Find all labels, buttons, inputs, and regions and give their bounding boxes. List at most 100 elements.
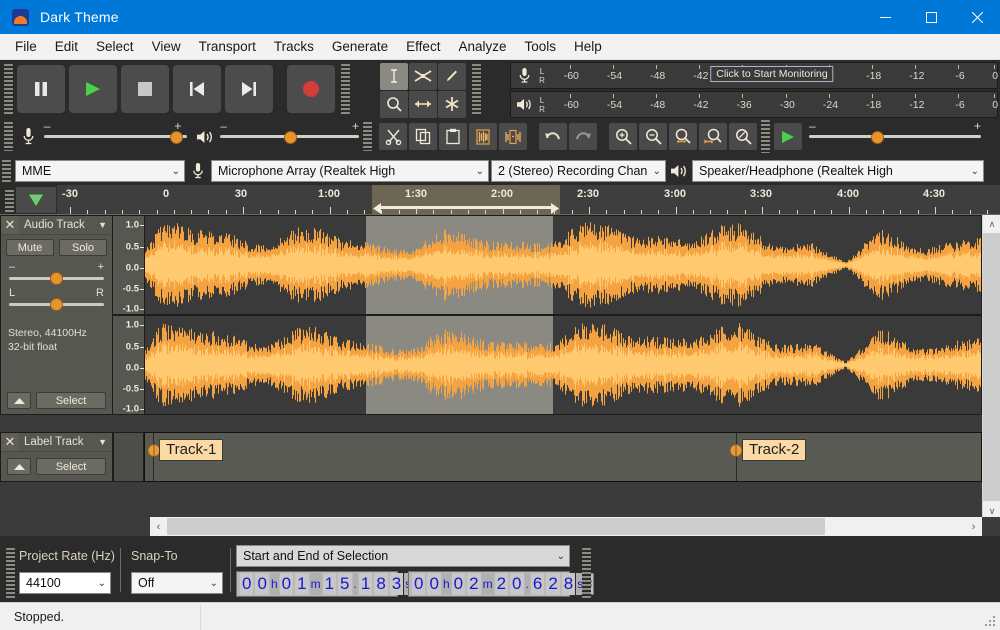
scroll-left-arrow-icon[interactable]: ‹ — [150, 517, 167, 536]
fit-selection-button[interactable] — [669, 123, 697, 150]
collapse-up-icon[interactable] — [7, 392, 31, 409]
label-track-body[interactable]: Track-1 Track-2 — [144, 432, 982, 482]
play-speed-thumb[interactable] — [870, 130, 884, 144]
menu-file[interactable]: File — [6, 36, 46, 57]
edit-toolbar-grip[interactable] — [362, 122, 372, 151]
playback-device-select[interactable]: Speaker/Headphone (Realtek High ⌄ — [692, 160, 984, 182]
recording-meter-grip[interactable] — [472, 64, 481, 116]
redo-button[interactable] — [569, 123, 597, 150]
play-button[interactable] — [69, 65, 117, 113]
transport-toolbar-grip[interactable] — [4, 64, 13, 116]
menu-generate[interactable]: Generate — [323, 36, 397, 57]
label-chip-1[interactable]: Track-1 — [159, 439, 224, 461]
stop-button[interactable] — [121, 65, 169, 113]
input-volume-thumb[interactable] — [170, 130, 184, 144]
audio-host-select[interactable]: MME ⌄ — [15, 160, 185, 182]
waveform-channel-left[interactable] — [144, 215, 982, 315]
snap-to-select[interactable]: Off ⌄ — [131, 572, 223, 594]
label-chip-2[interactable]: Track-2 — [742, 439, 807, 461]
mixer-toolbar-grip[interactable] — [4, 122, 13, 151]
recording-channels-select[interactable]: 2 (Stereo) Recording Chan ⌄ — [491, 160, 666, 182]
menu-effect[interactable]: Effect — [397, 36, 449, 57]
output-volume-slider[interactable]: – + — [220, 119, 359, 148]
selection-toolbar-grip[interactable] — [6, 548, 15, 598]
selection-mode-select[interactable]: Start and End of Selection ⌄ — [236, 545, 570, 567]
tools-toolbar-grip[interactable] — [341, 64, 350, 116]
audio-track-title[interactable]: Audio Track — [24, 219, 85, 231]
zoom-in-button[interactable] — [609, 123, 637, 150]
minimize-button[interactable] — [862, 0, 908, 34]
menu-view[interactable]: View — [143, 36, 190, 57]
pan-slider[interactable]: L R — [9, 287, 104, 311]
close-x-icon[interactable]: ✕ — [1, 216, 19, 234]
skip-to-end-button[interactable] — [225, 65, 273, 113]
menu-transport[interactable]: Transport — [190, 36, 265, 57]
mute-button[interactable]: Mute — [6, 239, 54, 256]
playback-meter[interactable]: LR -60 -54 -48 -42 -36 -30 -24 -18 -12 -… — [510, 91, 998, 118]
zoom-toggle-button[interactable] — [729, 123, 757, 150]
pause-button[interactable] — [17, 65, 65, 113]
timeline-grip[interactable] — [5, 190, 14, 214]
selection-tool[interactable] — [380, 62, 408, 90]
gain-thumb[interactable] — [49, 272, 63, 285]
record-button[interactable] — [287, 65, 335, 113]
copy-button[interactable] — [409, 123, 437, 150]
scroll-up-arrow-icon[interactable]: ∧ — [983, 215, 1000, 233]
timeline-ruler[interactable]: -30 0 30 1:00 1:30 2:00 2:30 3:00 3:30 4… — [0, 185, 1000, 215]
maximize-button[interactable] — [908, 0, 954, 34]
selection-start-time-field[interactable]: 0 0 h 0 1 m 1 5 . 1 8 3 s ▲▼ — [236, 571, 423, 597]
gain-slider[interactable]: – + — [9, 261, 104, 285]
zoom-out-button[interactable] — [639, 123, 667, 150]
recording-device-select[interactable]: Microphone Array (Realtek High ⌄ — [211, 160, 489, 182]
undo-button[interactable] — [539, 123, 567, 150]
solo-button[interactable]: Solo — [59, 239, 107, 256]
play-at-speed-button[interactable] — [774, 123, 802, 150]
menu-help[interactable]: Help — [565, 36, 611, 57]
draw-tool[interactable] — [438, 62, 466, 90]
pinned-play-head-button[interactable] — [16, 187, 56, 213]
chevron-down-icon[interactable]: ▼ — [98, 220, 107, 230]
time-shift-tool[interactable] — [409, 90, 437, 118]
vertical-scrollbar[interactable]: ∧ ∨ — [982, 215, 1000, 520]
silence-audio-button[interactable] — [499, 123, 527, 150]
menu-tools[interactable]: Tools — [515, 36, 565, 57]
collapse-up-icon[interactable] — [7, 458, 31, 475]
fit-project-button[interactable] — [699, 123, 727, 150]
paste-button[interactable] — [439, 123, 467, 150]
menu-select[interactable]: Select — [87, 36, 143, 57]
selection-end-time-field[interactable]: 0 0 h 0 2 m 2 0 . 6 2 8 s ▲▼ — [408, 571, 595, 597]
close-x-icon[interactable]: ✕ — [1, 433, 19, 451]
vertical-scroll-thumb[interactable] — [983, 233, 1000, 501]
label-track-select-button[interactable]: Select — [36, 458, 106, 475]
multi-tool[interactable] — [438, 90, 466, 118]
input-volume-slider[interactable]: – + — [43, 119, 188, 148]
audio-track-select-button[interactable]: Select — [36, 392, 106, 409]
time-toolbar-grip[interactable] — [582, 548, 591, 598]
trim-audio-button[interactable] — [469, 123, 497, 150]
skip-to-start-button[interactable] — [173, 65, 221, 113]
horizontal-scroll-thumb[interactable] — [167, 518, 825, 535]
quickplay-region[interactable] — [372, 185, 560, 214]
horizontal-scrollbar[interactable]: ‹ › — [150, 517, 982, 536]
zoom-tool[interactable] — [380, 90, 408, 118]
label-track-title[interactable]: Label Track — [24, 436, 83, 448]
close-button[interactable] — [954, 0, 1000, 34]
monitoring-hint[interactable]: Click to Start Monitoring — [710, 66, 834, 82]
resize-grip-icon[interactable] — [985, 615, 997, 627]
device-toolbar-grip[interactable] — [2, 160, 11, 182]
output-volume-thumb[interactable] — [284, 130, 298, 144]
project-rate-select[interactable]: 44100 ⌄ — [19, 572, 111, 594]
cut-button[interactable] — [379, 123, 407, 150]
envelope-tool[interactable] — [409, 62, 437, 90]
menu-tracks[interactable]: Tracks — [265, 36, 323, 57]
chevron-down-icon[interactable]: ▼ — [98, 437, 107, 447]
play-speed-slider[interactable]: – + — [809, 119, 981, 148]
menu-analyze[interactable]: Analyze — [449, 36, 515, 57]
waveform-channel-right[interactable] — [144, 315, 982, 415]
pan-thumb[interactable] — [49, 298, 63, 311]
scroll-right-arrow-icon[interactable]: › — [965, 517, 982, 536]
recording-meter[interactable]: LR -60 -54 -48 -42 -18 -12 -6 0 Click to… — [510, 62, 998, 89]
menu-edit[interactable]: Edit — [46, 36, 87, 57]
timeline-scale[interactable]: -30 0 30 1:00 1:30 2:00 2:30 3:00 3:30 4… — [57, 185, 1000, 214]
play-at-speed-grip[interactable] — [761, 120, 770, 153]
